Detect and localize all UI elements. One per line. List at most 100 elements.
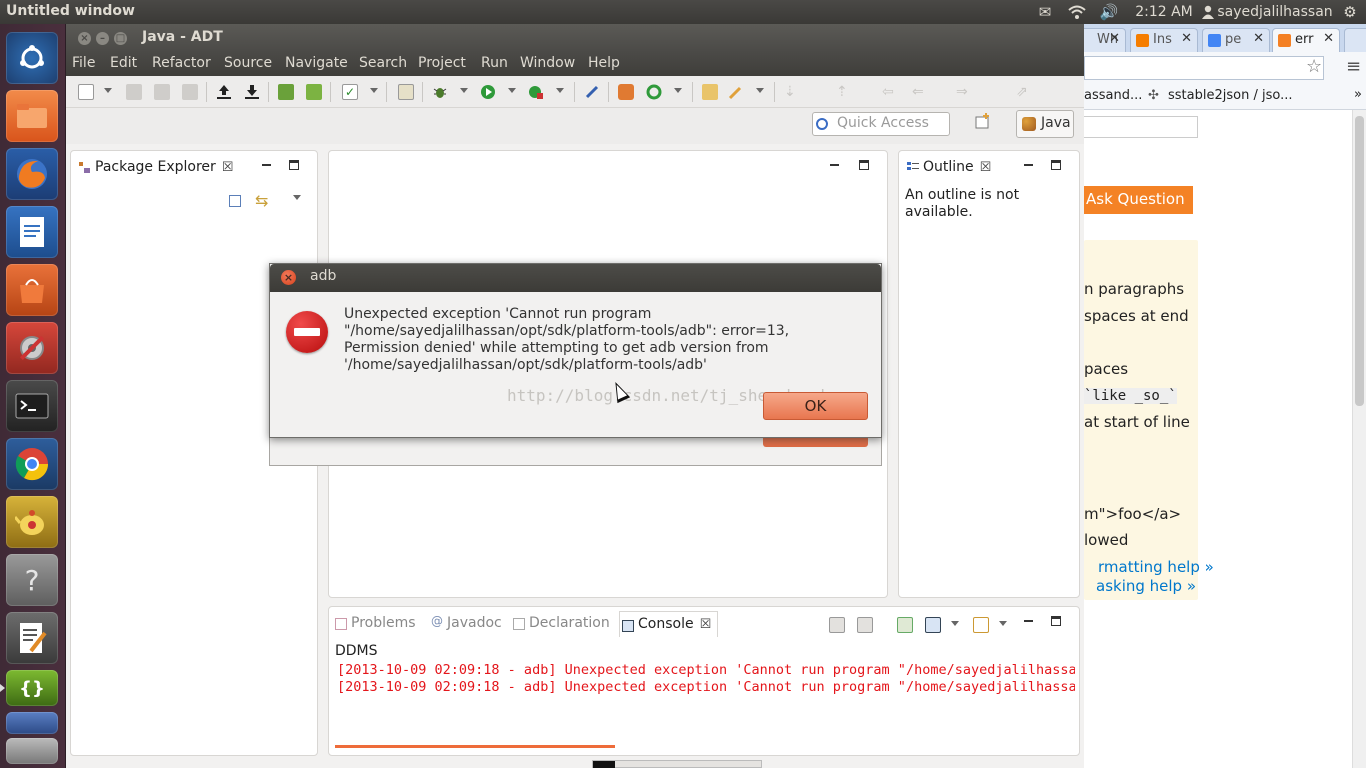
- dialog-close-button[interactable]: ×: [281, 270, 296, 285]
- scroll-lock-icon[interactable]: [857, 617, 873, 633]
- formatting-help-link[interactable]: rmatting help »: [1098, 558, 1214, 576]
- user-name[interactable]: sayedjalilhassan: [1217, 2, 1332, 22]
- menu-refactor[interactable]: Refactor: [152, 55, 211, 71]
- forward-icon[interactable]: ⇒: [956, 84, 972, 100]
- tab-package-explorer[interactable]: Package Explorer ☒: [77, 157, 233, 179]
- chevron-down-icon[interactable]: [556, 88, 564, 93]
- star-icon[interactable]: ☆: [1306, 56, 1322, 77]
- ok-button[interactable]: OK: [763, 392, 868, 420]
- close-icon[interactable]: ☒: [980, 160, 992, 175]
- chevron-down-icon[interactable]: [674, 88, 682, 93]
- upload-icon[interactable]: [216, 84, 232, 100]
- workspace-icon[interactable]: [6, 712, 58, 734]
- browser-tab-4[interactable]: err ✕: [1272, 28, 1340, 52]
- android-avd-icon[interactable]: [306, 84, 322, 100]
- menu-navigate[interactable]: Navigate: [285, 55, 348, 71]
- horizontal-scrollbar[interactable]: [592, 760, 762, 768]
- checkbox-icon[interactable]: ✓: [342, 84, 358, 100]
- terminal-icon[interactable]: [6, 380, 58, 432]
- tab-outline[interactable]: Outline ☒: [905, 157, 991, 179]
- browser-tab-3[interactable]: pe ✕: [1202, 28, 1270, 52]
- menu-icon[interactable]: ≡: [1346, 56, 1361, 77]
- new-tab-button[interactable]: [1344, 28, 1366, 52]
- menu-project[interactable]: Project: [418, 55, 466, 71]
- minimize-window-button[interactable]: –: [96, 32, 109, 45]
- save-icon[interactable]: [126, 84, 142, 100]
- new-java-package-icon[interactable]: [618, 84, 634, 100]
- bookmark-item[interactable]: assand...: [1084, 88, 1142, 103]
- close-window-button[interactable]: ×: [78, 32, 91, 45]
- back-icon[interactable]: ⇐: [912, 84, 928, 100]
- chevron-down-icon[interactable]: [999, 621, 1007, 626]
- search-field[interactable]: [1084, 116, 1198, 138]
- pin-console-icon[interactable]: [897, 617, 913, 633]
- maximize-view-button[interactable]: [289, 160, 299, 170]
- last-edit-icon[interactable]: ⇦: [882, 84, 898, 100]
- menu-help[interactable]: Help: [588, 55, 620, 71]
- run-icon[interactable]: [480, 84, 496, 100]
- minimize-view-button[interactable]: [1023, 616, 1035, 628]
- chrome-icon[interactable]: [6, 438, 58, 490]
- display-console-icon[interactable]: [925, 617, 941, 633]
- open-console-icon[interactable]: [973, 617, 989, 633]
- open-type-icon[interactable]: [702, 84, 718, 100]
- link-with-editor-icon[interactable]: ⇆: [255, 191, 268, 210]
- save-all-icon[interactable]: [154, 84, 170, 100]
- view-menu-chevron-icon[interactable]: [293, 195, 301, 200]
- tab-problems[interactable]: Problems: [333, 613, 416, 635]
- writer-icon[interactable]: [6, 206, 58, 258]
- java-perspective-button[interactable]: Java: [1016, 110, 1074, 138]
- system-settings-icon[interactable]: [6, 322, 58, 374]
- clear-console-icon[interactable]: [829, 617, 845, 633]
- browser-tab-2[interactable]: Ins ✕: [1130, 28, 1198, 52]
- software-center-icon[interactable]: [6, 264, 58, 316]
- ubuntu-dash-icon[interactable]: [6, 32, 58, 84]
- open-perspective-icon[interactable]: [974, 112, 998, 136]
- android-sdk-icon[interactable]: [278, 84, 294, 100]
- close-icon[interactable]: ✕: [1181, 31, 1192, 46]
- debug-icon[interactable]: [432, 84, 448, 100]
- maximize-view-button[interactable]: [1051, 616, 1061, 626]
- quick-access-input[interactable]: Quick Access: [812, 112, 950, 136]
- adt-icon[interactable]: {}: [6, 670, 58, 706]
- files-icon[interactable]: [6, 90, 58, 142]
- menu-file[interactable]: File: [72, 55, 95, 71]
- external-tools-icon[interactable]: [528, 84, 544, 100]
- chevron-down-icon[interactable]: [951, 621, 959, 626]
- scrollbar-thumb[interactable]: [1355, 116, 1364, 406]
- new-icon[interactable]: [78, 84, 94, 100]
- tab-console[interactable]: Console ☒: [619, 611, 719, 637]
- tab-javadoc[interactable]: @ Javadoc: [429, 613, 502, 635]
- firefox-icon[interactable]: [6, 148, 58, 200]
- menu-source[interactable]: Source: [224, 55, 272, 71]
- pin-icon[interactable]: [584, 84, 600, 100]
- print-icon[interactable]: [182, 84, 198, 100]
- minimize-view-button[interactable]: [1023, 160, 1035, 172]
- maximize-window-button[interactable]: □: [114, 32, 127, 45]
- volume-icon[interactable]: 🔊: [1098, 2, 1120, 22]
- bookmark-item[interactable]: sstable2json / jso...: [1168, 88, 1292, 103]
- page-scrollbar[interactable]: [1352, 110, 1366, 768]
- new-java-class-icon[interactable]: [646, 84, 662, 100]
- help-icon[interactable]: ?: [6, 554, 58, 606]
- search-wand-icon[interactable]: [728, 84, 744, 100]
- scrollbar-thumb[interactable]: [593, 761, 615, 768]
- close-icon[interactable]: ☒: [700, 617, 712, 632]
- chevron-down-icon[interactable]: [104, 88, 112, 93]
- trash-icon[interactable]: [6, 738, 58, 764]
- pin-editor-icon[interactable]: ⇗: [1016, 84, 1032, 100]
- asking-help-link[interactable]: asking help »: [1096, 577, 1196, 595]
- minimize-editor-button[interactable]: [829, 160, 841, 172]
- collapse-all-icon[interactable]: [229, 195, 241, 207]
- menu-run[interactable]: Run: [481, 55, 508, 71]
- ask-question-button[interactable]: Ask Question: [1084, 186, 1193, 214]
- clock[interactable]: 2:12 AM: [1134, 2, 1194, 22]
- text-editor-icon[interactable]: [6, 612, 58, 664]
- wifi-icon[interactable]: [1066, 2, 1088, 22]
- settings-gear-icon[interactable]: ⚙: [1338, 2, 1362, 22]
- chevron-down-icon[interactable]: [370, 88, 378, 93]
- previous-annotation-icon[interactable]: ⇡: [836, 84, 852, 100]
- close-icon[interactable]: ✕: [1253, 31, 1264, 46]
- next-annotation-icon[interactable]: ⇣: [784, 84, 800, 100]
- close-icon[interactable]: ✕: [1109, 31, 1120, 46]
